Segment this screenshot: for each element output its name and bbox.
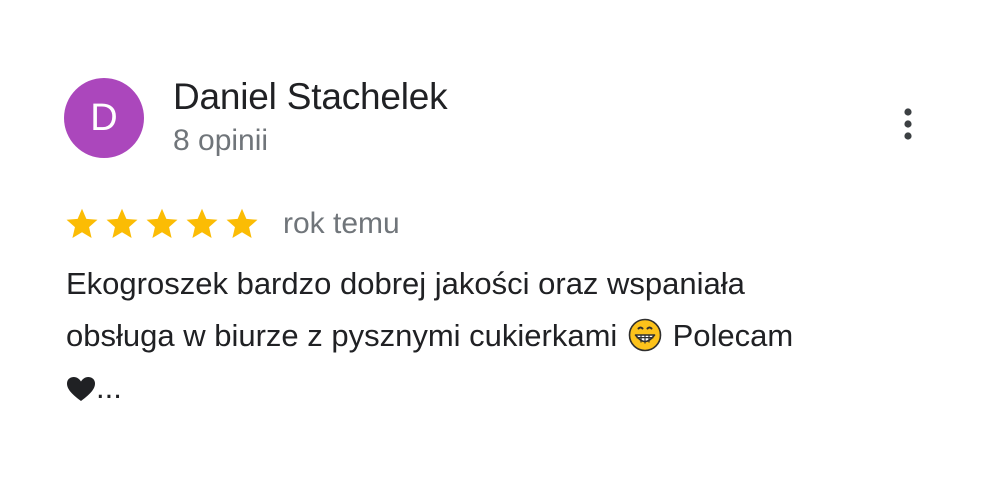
star-icon <box>106 208 138 238</box>
review-text-line: ... <box>66 362 926 414</box>
review-count: 8 opinii <box>173 124 269 157</box>
black-heart-icon <box>67 377 95 401</box>
review-card: D Daniel Stachelek 8 opinii rok temu Eko… <box>0 0 1000 500</box>
review-text-segment: Polecam <box>672 318 794 353</box>
more-options-button[interactable] <box>888 100 928 148</box>
review-text-line: obsługa w biurze z pysznymi cukierkami P… <box>66 310 926 362</box>
truncation-ellipsis[interactable]: ... <box>96 370 122 405</box>
more-vertical-icon <box>904 108 912 140</box>
review-time: rok temu <box>283 207 400 240</box>
review-text-line: Ekogroszek bardzo dobrej jakości oraz ws… <box>66 258 926 310</box>
review-text-segment: Ekogroszek bardzo dobrej jakości oraz ws… <box>66 266 745 301</box>
star-icon <box>226 208 258 238</box>
avatar-initial: D <box>90 96 118 139</box>
rating-row: rok temu <box>64 203 400 245</box>
grinning-face-emoji-icon <box>628 318 662 352</box>
star-icon <box>66 208 98 238</box>
review-text[interactable]: Ekogroszek bardzo dobrej jakości oraz ws… <box>66 258 926 414</box>
star-icon <box>146 208 178 238</box>
avatar[interactable]: D <box>64 78 144 158</box>
review-text-segment: obsługa w biurze z pysznymi cukierkami <box>66 318 618 353</box>
star-icon <box>186 208 218 238</box>
reviewer-name[interactable]: Daniel Stachelek <box>173 76 448 118</box>
star-rating <box>64 206 264 242</box>
